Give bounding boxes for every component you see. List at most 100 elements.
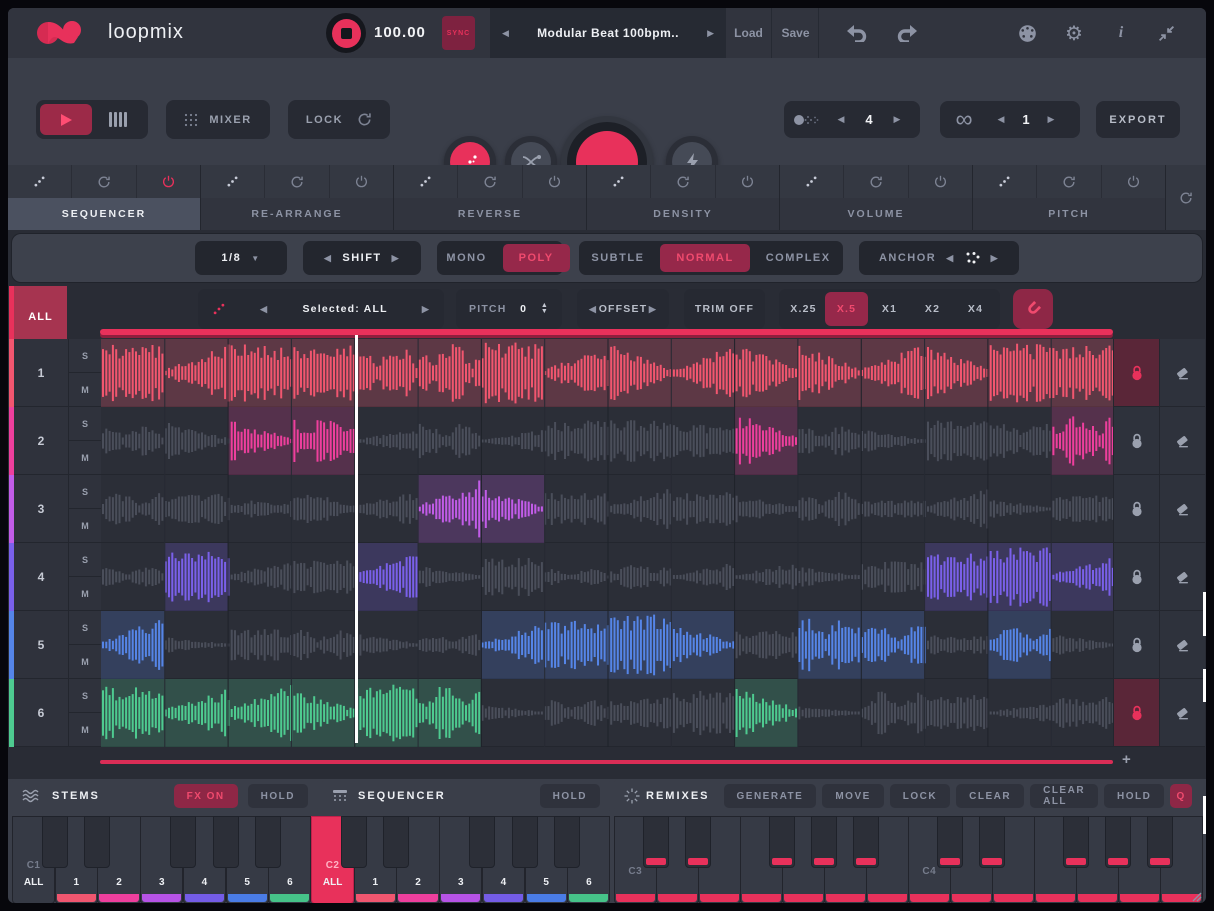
track-erase-button[interactable] — [1159, 543, 1205, 611]
track-number[interactable]: 2 — [14, 407, 68, 475]
normal-option[interactable]: NORMAL — [660, 244, 749, 272]
track-erase-button[interactable] — [1159, 475, 1205, 543]
remixes-lock-button[interactable]: LOCK — [890, 784, 950, 808]
speed-option-x.25[interactable]: X.25 — [782, 292, 825, 326]
stems-black-key[interactable] — [383, 816, 409, 868]
keyboard-mode-button[interactable] — [92, 104, 144, 135]
stems-black-key[interactable] — [42, 816, 68, 868]
bottom-progress-bar[interactable] — [100, 760, 1113, 764]
remixes-move-button[interactable]: MOVE — [822, 784, 883, 808]
loop-prev-icon[interactable]: ◀ — [988, 114, 1014, 125]
track-erase-button[interactable] — [1159, 339, 1205, 407]
tab-refresh-icon[interactable] — [457, 165, 521, 198]
speed-option-x2[interactable]: X2 — [911, 292, 954, 326]
redo-icon[interactable] — [896, 23, 918, 43]
track-number[interactable]: 1 — [14, 339, 68, 407]
remix-black-key[interactable] — [769, 816, 795, 868]
tab-label[interactable]: PITCH — [973, 198, 1165, 230]
mute-button[interactable]: M — [68, 713, 101, 747]
sequencer-hold-toggle[interactable]: HOLD — [540, 784, 600, 808]
subtle-option[interactable]: SUBTLE — [575, 244, 660, 272]
solo-button[interactable]: S — [68, 407, 101, 441]
anchor-left-icon[interactable]: ◀ — [946, 253, 954, 264]
pitch-down-icon[interactable]: ▼ — [541, 309, 549, 315]
magnet-snap-button[interactable] — [1013, 289, 1053, 329]
remix-black-key[interactable] — [853, 816, 879, 868]
tab-dice-icon[interactable] — [973, 165, 1036, 198]
bpm-display[interactable]: 100.00 — [374, 24, 426, 41]
tab-label[interactable]: RE-ARRANGE — [201, 198, 393, 230]
tab-power-icon[interactable] — [522, 165, 586, 198]
mute-button[interactable]: M — [68, 441, 101, 475]
track-waveform-lane[interactable] — [101, 407, 1114, 475]
stems-black-key[interactable] — [255, 816, 281, 868]
track-lock-button[interactable] — [1113, 475, 1159, 543]
remixes-clear-all-button[interactable]: CLEAR ALL — [1030, 784, 1098, 808]
remix-black-key[interactable] — [1063, 816, 1089, 868]
resize-handle-icon[interactable] — [1192, 892, 1202, 902]
preset-name[interactable]: Modular Beat 100bpm.. — [537, 26, 679, 40]
remixes-quantize-button[interactable]: Q — [1170, 784, 1192, 808]
preset-next-icon[interactable]: ▶ — [707, 28, 714, 39]
remix-black-key[interactable] — [1105, 816, 1131, 868]
tab-dice-icon[interactable] — [201, 165, 264, 198]
mute-button[interactable]: M — [68, 509, 101, 543]
track-erase-button[interactable] — [1159, 679, 1205, 747]
mixer-button[interactable]: MIXER — [166, 100, 270, 139]
tab-power-icon[interactable] — [908, 165, 972, 198]
speed-option-x.5[interactable]: X.5 — [825, 292, 868, 326]
tabs-refresh-all-icon[interactable] — [1166, 165, 1206, 230]
remix-black-key[interactable] — [643, 816, 669, 868]
pattern-next-icon[interactable]: ▶ — [884, 114, 910, 125]
remixes-hold-button[interactable]: HOLD — [1104, 784, 1164, 808]
track-waveform-lane[interactable] — [101, 339, 1114, 407]
remixes-generate-button[interactable]: GENERATE — [724, 784, 817, 808]
tab-label[interactable]: DENSITY — [587, 198, 779, 230]
mono-option[interactable]: MONO — [430, 244, 502, 272]
stems-fx-toggle[interactable]: FX ON — [174, 784, 238, 808]
selected-prev-icon[interactable]: ◀ — [260, 304, 268, 315]
tab-power-icon[interactable] — [1101, 165, 1165, 198]
tab-dice-icon[interactable] — [394, 165, 457, 198]
tab-refresh-icon[interactable] — [650, 165, 714, 198]
stems-black-key[interactable] — [84, 816, 110, 868]
remix-black-key[interactable] — [937, 816, 963, 868]
tab-label[interactable]: REVERSE — [394, 198, 586, 230]
solo-button[interactable]: S — [68, 543, 101, 577]
tab-refresh-icon[interactable] — [264, 165, 328, 198]
track-lock-button[interactable] — [1113, 407, 1159, 475]
track-number[interactable]: 5 — [14, 611, 68, 679]
track-waveform-lane[interactable] — [101, 475, 1114, 543]
tab-dice-icon[interactable] — [587, 165, 650, 198]
shift-left-icon[interactable]: ◀ — [324, 253, 332, 264]
remix-black-key[interactable] — [685, 816, 711, 868]
solo-button[interactable]: S — [68, 679, 101, 713]
track-waveform-lane[interactable] — [101, 611, 1114, 679]
track-erase-button[interactable] — [1159, 611, 1205, 679]
tab-refresh-icon[interactable] — [71, 165, 135, 198]
loop-progress-bar[interactable] — [100, 329, 1113, 335]
preset-prev-icon[interactable]: ◀ — [502, 28, 509, 39]
mute-button[interactable]: M — [68, 577, 101, 611]
stop-button[interactable] — [326, 13, 366, 53]
remixes-clear-button[interactable]: CLEAR — [956, 784, 1024, 808]
tab-label[interactable]: SEQUENCER — [8, 198, 200, 230]
midi-icon[interactable] — [1016, 23, 1038, 43]
tab-power-icon[interactable] — [715, 165, 779, 198]
track-erase-button[interactable] — [1159, 407, 1205, 475]
track-lock-button[interactable] — [1113, 679, 1159, 747]
collapse-window-icon[interactable] — [1155, 23, 1177, 43]
solo-button[interactable]: S — [68, 339, 101, 373]
add-column-button[interactable]: + — [1122, 751, 1131, 768]
anchor-right-icon[interactable]: ▶ — [991, 253, 999, 264]
mute-button[interactable]: M — [68, 645, 101, 679]
track-number[interactable]: 4 — [14, 543, 68, 611]
offset-right-icon[interactable]: ▶ — [649, 304, 657, 315]
remix-black-key[interactable] — [811, 816, 837, 868]
trim-toggle-button[interactable]: TRIM OFF — [684, 289, 765, 329]
stems-black-key[interactable] — [512, 816, 538, 868]
solo-button[interactable]: S — [68, 611, 101, 645]
rate-dropdown[interactable]: 1/8 ▼ — [195, 241, 287, 275]
stems-black-key[interactable] — [170, 816, 196, 868]
settings-gear-icon[interactable]: ⚙ — [1063, 23, 1085, 43]
